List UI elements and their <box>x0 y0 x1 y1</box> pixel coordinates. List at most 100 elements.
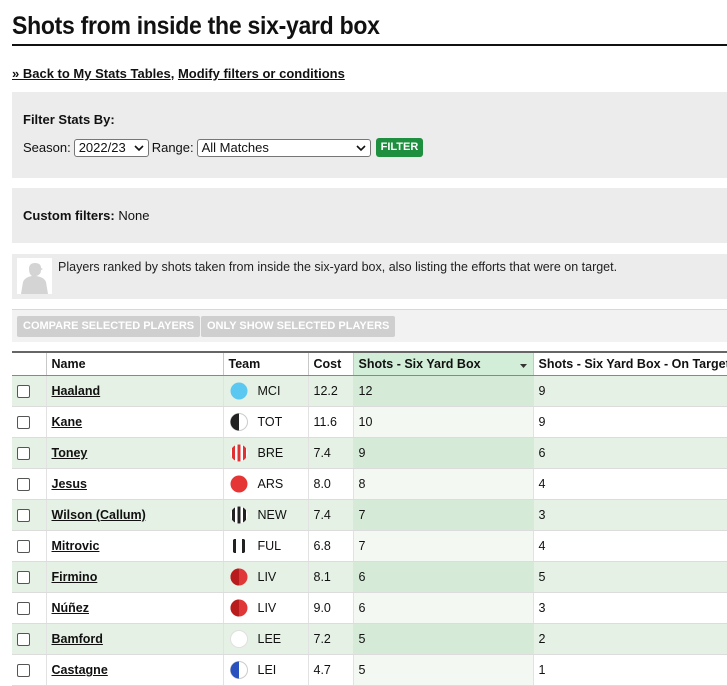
row-select-cell <box>12 437 46 469</box>
on-target-cell: 3 <box>532 592 727 624</box>
team-cell: LEI <box>222 654 308 686</box>
player-name-link[interactable]: Mitrovic <box>52 539 100 553</box>
row-checkbox[interactable] <box>17 664 30 678</box>
shots-on-target-column-header[interactable]: Shots - Six Yard Box - On Target <box>532 351 727 376</box>
team-column-header[interactable]: Team <box>222 351 308 376</box>
name-cell: Haaland <box>45 375 223 407</box>
team-cell: LIV <box>222 561 308 593</box>
link-separator: , <box>170 66 175 81</box>
table-row: Jesus ARS 8.0 8 4 <box>12 468 727 500</box>
row-select-cell <box>12 623 46 655</box>
table-row: Haaland MCI 12.2 12 9 <box>12 375 727 407</box>
range-label: Range: <box>151 140 194 155</box>
row-select-cell <box>12 375 46 407</box>
player-name-link[interactable]: Wilson (Callum) <box>52 508 146 522</box>
team-abbr: NEW <box>257 508 287 522</box>
cost-cell: 7.4 <box>307 437 353 469</box>
modify-filters-link[interactable]: Modify filters or conditions <box>178 66 345 81</box>
shots-cell: 9 <box>352 437 533 469</box>
row-checkbox[interactable] <box>17 385 30 399</box>
compare-selected-players-button[interactable]: COMPARE SELECTED PLAYERS <box>17 316 201 337</box>
table-row: Firmino LIV 8.1 6 5 <box>12 561 727 593</box>
name-cell: Firmino <box>45 561 223 593</box>
row-select-cell <box>12 406 46 438</box>
name-cell: Wilson (Callum) <box>45 499 223 531</box>
cost-cell: 8.1 <box>307 561 353 593</box>
shots-cell: 8 <box>352 468 533 500</box>
row-checkbox[interactable] <box>17 571 30 585</box>
cost-cell: 11.6 <box>307 406 353 438</box>
row-checkbox[interactable] <box>17 602 30 616</box>
row-select-cell <box>12 561 46 593</box>
cost-cell: 8.0 <box>307 468 353 500</box>
team-abbr: LEE <box>257 632 282 646</box>
player-name-link[interactable]: Bamford <box>52 632 103 646</box>
name-cell: Toney <box>45 437 223 469</box>
team-abbr: FUL <box>257 539 282 553</box>
player-stats-table: Name Team Cost Shots - Six Yard Box Shot… <box>12 351 727 686</box>
name-cell: Bamford <box>45 623 223 655</box>
team-abbr: BRE <box>257 446 284 460</box>
shots-cell: 6 <box>352 592 533 624</box>
row-checkbox[interactable] <box>17 478 30 492</box>
team-badge-icon <box>230 537 247 555</box>
on-target-cell: 4 <box>532 530 727 562</box>
shots-column-label: Shots - Six Yard Box <box>358 357 481 371</box>
on-target-cell: 6 <box>532 437 727 469</box>
cost-cell: 7.4 <box>307 499 353 531</box>
shots-six-yard-box-column-header[interactable]: Shots - Six Yard Box <box>352 351 533 376</box>
filter-heading: Filter Stats By: <box>23 112 115 127</box>
table-row: Kane TOT 11.6 10 9 <box>12 406 727 438</box>
cost-cell: 7.2 <box>307 623 353 655</box>
row-checkbox[interactable] <box>17 540 30 554</box>
shots-cell: 7 <box>352 499 533 531</box>
season-select[interactable]: 2022/23 <box>73 138 149 157</box>
shots-cell: 5 <box>352 654 533 686</box>
back-to-stats-tables-link[interactable]: » Back to My Stats Tables <box>12 66 171 81</box>
table-row: Mitrovic FUL 6.8 7 4 <box>12 530 727 562</box>
shots-cell: 6 <box>352 561 533 593</box>
player-name-link[interactable]: Kane <box>52 415 83 429</box>
on-target-cell: 5 <box>532 561 727 593</box>
row-checkbox[interactable] <box>17 633 30 647</box>
team-badge-icon <box>229 413 248 431</box>
row-select-cell <box>12 592 46 624</box>
player-name-link[interactable]: Núñez <box>52 601 90 615</box>
team-badge-icon <box>229 630 248 648</box>
player-name-link[interactable]: Haaland <box>52 384 101 398</box>
chevron-down-icon <box>134 144 144 151</box>
row-checkbox[interactable] <box>17 416 30 430</box>
chevron-down-icon <box>356 144 366 151</box>
team-abbr: ARS <box>257 477 284 491</box>
player-name-link[interactable]: Firmino <box>52 570 98 584</box>
player-name-link[interactable]: Castagne <box>52 663 108 677</box>
team-abbr: LEI <box>257 663 277 677</box>
range-select[interactable]: All Matches <box>196 138 371 157</box>
row-checkbox[interactable] <box>17 447 30 461</box>
nav-links: » Back to My Stats Tables, Modify filter… <box>12 66 345 81</box>
team-badge-icon <box>230 382 247 400</box>
row-select-cell <box>12 654 46 686</box>
team-cell: LIV <box>222 592 308 624</box>
cost-cell: 4.7 <box>307 654 353 686</box>
name-column-header[interactable]: Name <box>45 351 223 376</box>
team-badge-icon <box>230 475 247 493</box>
filter-button[interactable]: FILTER <box>375 138 424 157</box>
selection-actions: COMPARE SELECTED PLAYERS ONLY SHOW SELEC… <box>12 309 727 342</box>
custom-filters-panel: Custom filters: None <box>12 188 727 243</box>
team-abbr: LIV <box>257 570 277 584</box>
custom-filters-value: None <box>118 208 150 223</box>
row-checkbox[interactable] <box>17 509 30 523</box>
player-name-link[interactable]: Toney <box>52 446 88 460</box>
cost-column-header[interactable]: Cost <box>307 351 353 376</box>
team-abbr: TOT <box>257 415 283 429</box>
team-badge-icon <box>230 599 247 617</box>
only-show-selected-players-button[interactable]: ONLY SHOW SELECTED PLAYERS <box>201 316 396 337</box>
team-cell: FUL <box>222 530 308 562</box>
on-target-cell: 4 <box>532 468 727 500</box>
team-cell: LEE <box>222 623 308 655</box>
table-row: Toney BRE 7.4 9 6 <box>12 437 727 469</box>
name-cell: Mitrovic <box>45 530 223 562</box>
player-name-link[interactable]: Jesus <box>52 477 87 491</box>
description-text: Players ranked by shots taken from insid… <box>58 260 618 274</box>
